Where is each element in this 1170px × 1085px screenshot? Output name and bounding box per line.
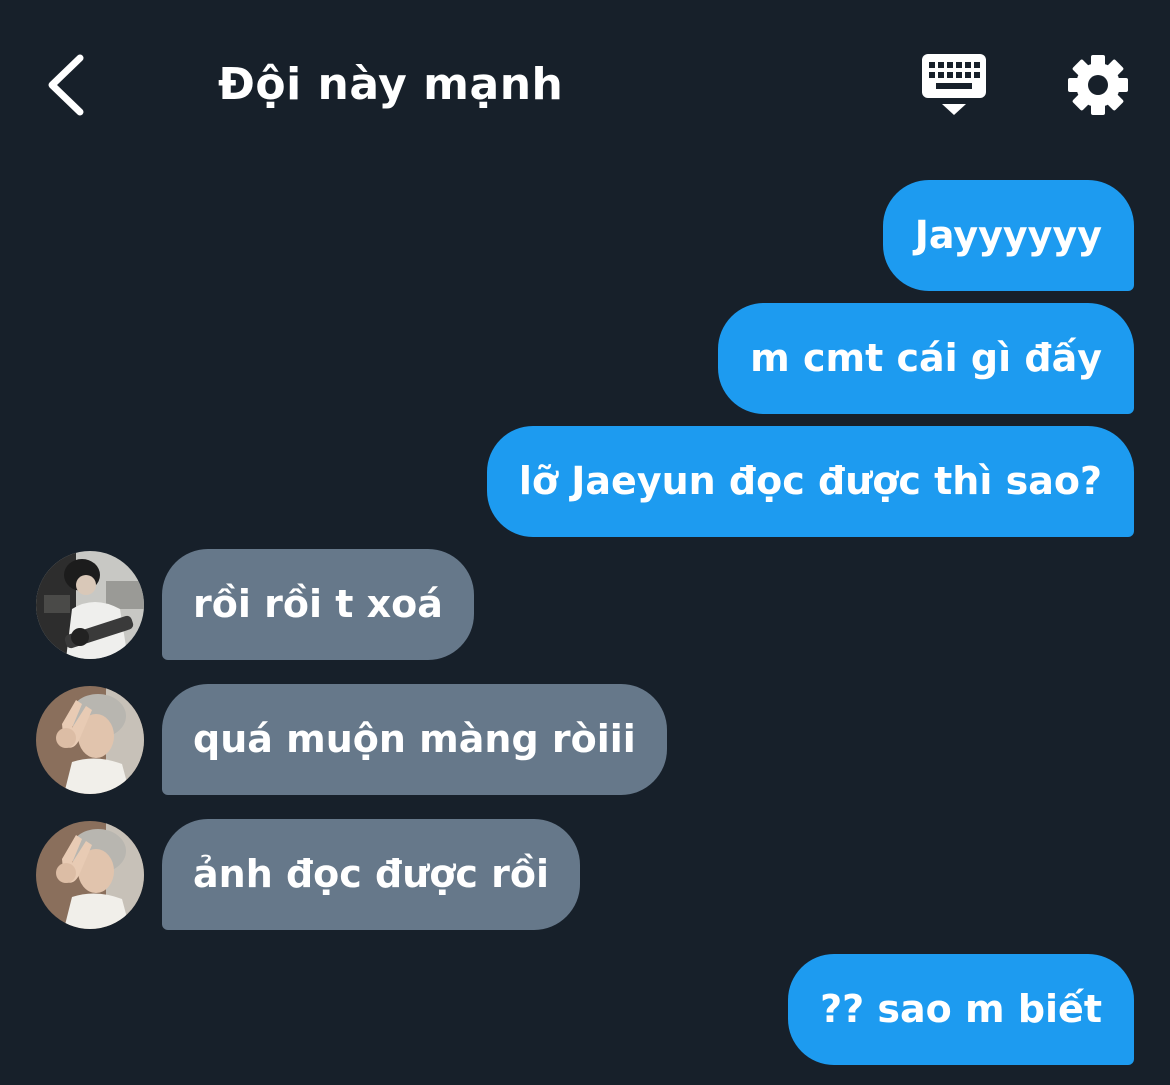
incoming-message-bubble[interactable]: rồi rồi t xoá bbox=[162, 549, 474, 660]
avatar-peace-sign-photo bbox=[36, 821, 144, 929]
avatar-peace-sign-photo bbox=[36, 686, 144, 794]
avatar-guitar-photo bbox=[36, 551, 144, 659]
avatar[interactable] bbox=[36, 551, 144, 659]
incoming-message-bubble[interactable]: quá muộn màng ròiii bbox=[162, 684, 667, 795]
chevron-left-icon bbox=[48, 54, 84, 116]
keyboard-icon bbox=[922, 54, 986, 115]
chat-header: Đội này mạnh bbox=[0, 0, 1170, 170]
conversation-title[interactable]: Đội này mạnh bbox=[218, 55, 563, 115]
incoming-message-bubble[interactable]: ảnh đọc được rồi bbox=[162, 819, 581, 930]
keyboard-button[interactable] bbox=[918, 52, 990, 118]
avatar[interactable] bbox=[36, 686, 144, 794]
settings-button[interactable] bbox=[1064, 52, 1132, 118]
outgoing-message-bubble[interactable]: lỡ Jaeyun đọc được thì sao? bbox=[486, 426, 1134, 537]
back-button[interactable] bbox=[38, 50, 98, 120]
avatar[interactable] bbox=[36, 821, 144, 929]
outgoing-message-bubble[interactable]: ?? sao m biết bbox=[788, 954, 1134, 1065]
outgoing-message-bubble[interactable]: Jayyyyyy bbox=[882, 180, 1134, 291]
outgoing-message-bubble[interactable]: m cmt cái gì đấy bbox=[718, 303, 1134, 414]
gear-icon bbox=[1068, 55, 1128, 115]
